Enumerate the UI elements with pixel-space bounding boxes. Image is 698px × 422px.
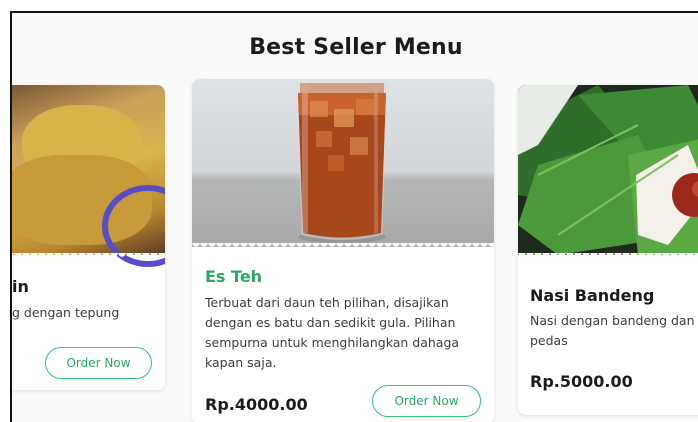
wavy-edge (192, 243, 494, 251)
card-name: in (12, 277, 29, 296)
section-title: Best Seller Menu (249, 35, 463, 60)
card-description: g dengan tepung (12, 305, 120, 320)
order-now-button[interactable]: Order Now (372, 385, 481, 417)
card-description: Terbuat dari daun teh pilihan, disajikan… (205, 295, 460, 370)
menu-card-left[interactable]: in g dengan tepung Order Now (12, 85, 165, 390)
wavy-edge (518, 253, 698, 261)
iced-tea-image (192, 79, 494, 247)
order-now-button[interactable]: Order Now (45, 347, 152, 379)
nasi-bandeng-image (518, 85, 698, 255)
card-description: Nasi dengan bandeng dan pedas (530, 313, 695, 348)
menu-section: Best Seller Menu in g dengan tepung Orde… (10, 11, 698, 422)
wavy-edge (12, 253, 165, 261)
card-price: Rp.4000.00 (205, 395, 308, 414)
card-price: Rp.5000.00 (530, 372, 633, 391)
card-name: Es Teh (205, 267, 263, 286)
card-name: Nasi Bandeng (530, 286, 655, 305)
menu-card-es-teh[interactable]: Es Teh Terbuat dari daun teh pilihan, di… (192, 79, 494, 422)
fried-tempe-image (12, 85, 165, 267)
menu-card-nasi-bandeng[interactable]: Nasi Bandeng Nasi dengan bandeng dan ped… (518, 85, 698, 415)
